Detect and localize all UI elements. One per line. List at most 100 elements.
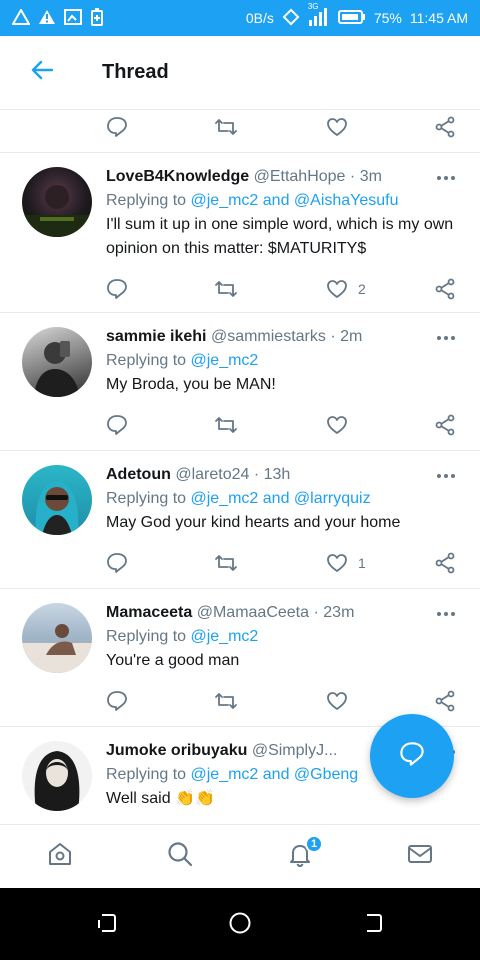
like-button[interactable]	[326, 689, 358, 713]
battery-icon	[337, 9, 366, 28]
retweet-icon	[214, 278, 238, 300]
display-name[interactable]: Mamaceeta	[106, 604, 192, 621]
like-count: 1	[358, 555, 366, 571]
reply-mentions[interactable]: @je_mc2 and @Gbeng	[191, 766, 359, 783]
signal-icon: 3G	[308, 2, 330, 29]
share-icon	[434, 552, 456, 574]
retweet-button[interactable]	[214, 689, 238, 713]
warning-icon	[38, 9, 56, 28]
more-button[interactable]	[434, 165, 458, 189]
separator-dot: ·	[349, 168, 356, 185]
back-system-icon	[362, 912, 384, 939]
display-name[interactable]: sammie ikehi	[106, 328, 207, 345]
retweet-button[interactable]	[214, 551, 238, 575]
like-button[interactable]: 2	[326, 277, 366, 301]
like-count: 2	[358, 281, 366, 297]
tweet-body: sammie ikehi @sammiestarks · 2m Replying…	[106, 325, 468, 397]
reply-icon	[106, 278, 128, 300]
share-button[interactable]	[434, 277, 456, 301]
share-button[interactable]	[434, 689, 456, 713]
retweet-icon	[214, 552, 238, 574]
separator-dot: ·	[253, 466, 260, 483]
like-button[interactable]	[326, 115, 348, 139]
user-handle[interactable]: @EttahHope	[254, 168, 346, 185]
heart-icon	[326, 116, 348, 138]
reply-icon	[106, 552, 128, 574]
bottom-nav: 1	[0, 824, 480, 888]
user-handle[interactable]: @SimplyJ...	[252, 742, 338, 759]
tweet-actions	[106, 689, 460, 713]
nav-search[interactable]	[165, 841, 195, 871]
avatar[interactable]	[22, 465, 92, 535]
recent-apps-icon	[96, 912, 118, 939]
user-handle[interactable]: @sammiestarks	[211, 328, 326, 345]
tweet-actions	[106, 413, 460, 437]
more-button[interactable]	[434, 601, 458, 625]
thread-header: Thread	[0, 36, 480, 110]
timestamp: 13h	[263, 466, 291, 483]
avatar[interactable]	[22, 327, 92, 397]
network-type: 3G	[307, 1, 319, 11]
tweet-text: May God your kind hearts and your home	[106, 514, 401, 531]
back-system-button[interactable]	[360, 912, 386, 938]
tweet[interactable]: Mamaceeta @MamaaCeeta · 23m Replying to …	[0, 589, 480, 727]
retweet-button[interactable]	[214, 115, 238, 139]
nav-messages[interactable]	[405, 841, 435, 871]
clock: 11:45 AM	[409, 10, 468, 26]
replying-to: Replying to @je_mc2	[106, 625, 468, 649]
avatar[interactable]	[22, 167, 92, 237]
home-system-button[interactable]	[227, 912, 253, 938]
reply-button[interactable]	[106, 413, 128, 437]
share-button[interactable]	[434, 413, 456, 437]
reply-button[interactable]	[106, 551, 128, 575]
reply-fab-button[interactable]	[370, 714, 454, 798]
more-options-icon	[436, 168, 456, 186]
reply-mentions[interactable]: @je_mc2	[191, 352, 259, 369]
more-button[interactable]	[434, 325, 458, 349]
share-button[interactable]	[434, 551, 456, 575]
heart-icon	[326, 690, 348, 712]
display-name[interactable]: LoveB4Knowledge	[106, 168, 249, 185]
display-name[interactable]: Adetoun	[106, 466, 171, 483]
retweet-button[interactable]	[214, 277, 238, 301]
warning-icon	[11, 7, 31, 28]
heart-icon	[326, 278, 348, 300]
tweet-header: sammie ikehi @sammiestarks · 2m	[106, 325, 468, 349]
tweet-actions-partial	[0, 111, 480, 153]
nav-notifications[interactable]: 1	[285, 835, 323, 871]
avatar[interactable]	[22, 603, 92, 673]
reply-button[interactable]	[106, 689, 128, 713]
tweet[interactable]: LoveB4Knowledge @EttahHope · 3m Replying…	[0, 153, 480, 313]
display-name[interactable]: Jumoke oribuyaku	[106, 742, 247, 759]
reply-mentions[interactable]: @je_mc2	[191, 628, 259, 645]
back-button[interactable]	[22, 53, 62, 93]
like-button[interactable]	[326, 413, 358, 437]
mail-icon	[406, 840, 434, 873]
reply-button[interactable]	[106, 277, 128, 301]
share-icon	[434, 414, 456, 436]
share-button[interactable]	[434, 115, 456, 139]
tweet-header: LoveB4Knowledge @EttahHope · 3m	[106, 165, 468, 189]
reply-button[interactable]	[106, 115, 128, 139]
data-saver-icon	[282, 8, 300, 29]
status-left	[11, 7, 104, 29]
retweet-button[interactable]	[214, 413, 238, 437]
tweet-text: My Broda, you be MAN!	[106, 376, 276, 393]
reply-mentions[interactable]: @je_mc2 and @AishaYesufu	[191, 192, 399, 209]
avatar[interactable]	[22, 741, 92, 811]
more-button[interactable]	[434, 463, 458, 487]
user-handle[interactable]: @lareto24	[175, 466, 249, 483]
reply-mentions[interactable]: @je_mc2 and @larryquiz	[191, 490, 371, 507]
share-icon	[434, 690, 456, 712]
more-options-icon	[436, 328, 456, 346]
like-button[interactable]: 1	[326, 551, 366, 575]
recent-apps-button[interactable]	[94, 912, 120, 938]
tweet-body: LoveB4Knowledge @EttahHope · 3m Replying…	[106, 165, 468, 261]
tweet[interactable]: sammie ikehi @sammiestarks · 2m Replying…	[0, 313, 480, 451]
tweet[interactable]: Adetoun @lareto24 · 13h Replying to @je_…	[0, 451, 480, 589]
replying-label: Replying to	[106, 352, 187, 369]
user-handle[interactable]: @MamaaCeeta	[197, 604, 309, 621]
screenshot-icon	[64, 8, 82, 28]
nav-home[interactable]	[45, 841, 75, 871]
arrow-left-icon	[31, 60, 54, 85]
